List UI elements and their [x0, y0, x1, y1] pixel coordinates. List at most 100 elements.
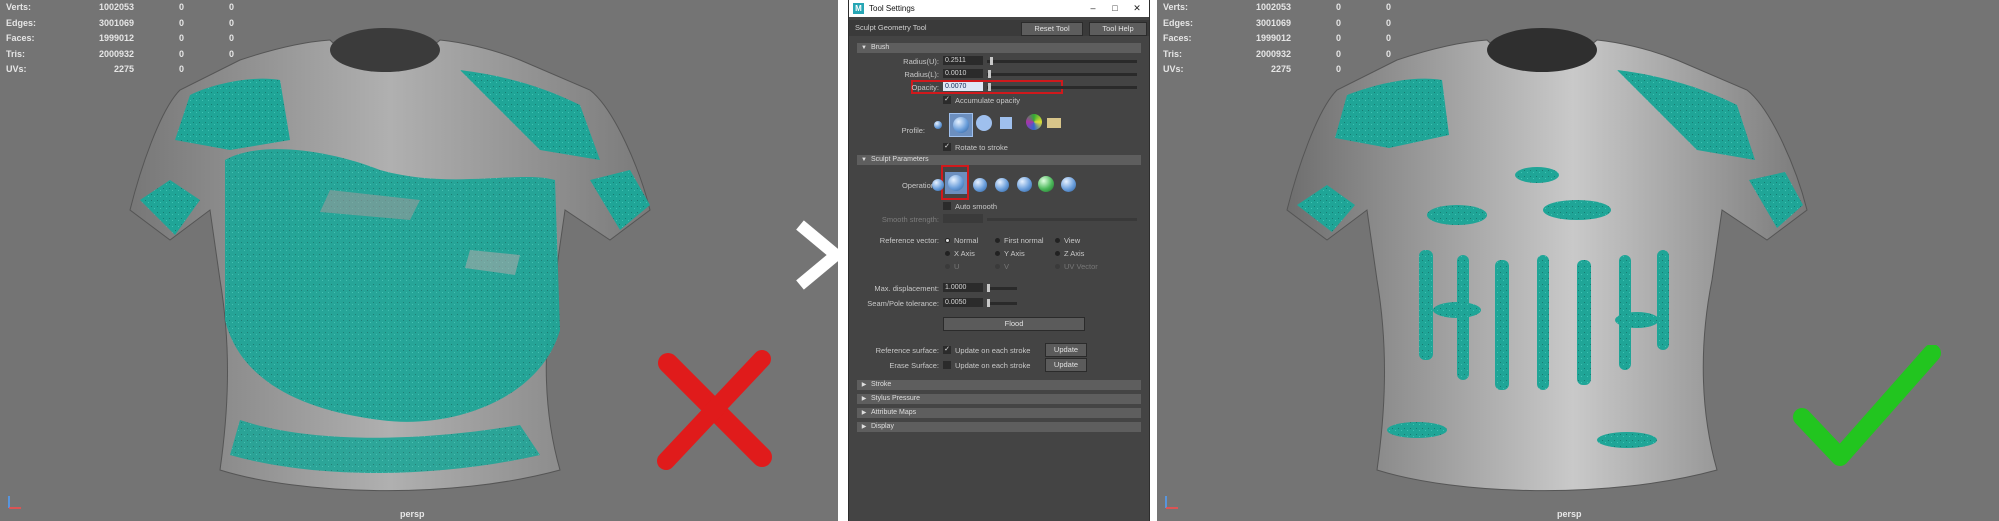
radio-y-axis[interactable] — [995, 251, 1000, 256]
slider-thumb[interactable] — [989, 57, 993, 65]
radius-u-field[interactable]: 0.2511 — [943, 56, 983, 65]
camera-label: persp — [1557, 509, 1582, 519]
reference-surface-label: Reference surface: — [875, 346, 939, 355]
slider-thumb[interactable] — [988, 83, 992, 91]
stylus-pressure-section-header[interactable]: ▶ Stylus Pressure — [857, 394, 1141, 404]
profile-solid-button[interactable] — [975, 114, 993, 132]
radio-x-axis[interactable] — [945, 251, 950, 256]
reference-surface-checkbox[interactable]: ✓ — [943, 346, 951, 354]
max-displacement-slider[interactable] — [987, 284, 1017, 292]
slider-thumb[interactable] — [987, 299, 990, 307]
radio-label: UV Vector — [1064, 262, 1098, 271]
profile-square-button[interactable] — [997, 114, 1015, 132]
radio-label: V — [1004, 262, 1010, 271]
slider-thumb[interactable] — [988, 70, 992, 78]
section-title: Sculpt Parameters — [871, 156, 929, 163]
close-icon[interactable]: ✕ — [1129, 2, 1145, 15]
accumulate-opacity-checkbox[interactable]: ✓ — [943, 96, 951, 104]
reset-tool-button[interactable]: Reset Tool — [1021, 22, 1083, 36]
radio-label: Normal — [954, 236, 979, 245]
slider-thumb[interactable] — [987, 284, 990, 292]
collapsed-triangle-icon: ▶ — [861, 424, 867, 430]
sculpt-parameters-section-header[interactable]: ▼ Sculpt Parameters — [857, 155, 1141, 165]
update-each-stroke-label: Update on each stroke — [955, 346, 1031, 355]
erase-operation-button[interactable] — [1037, 175, 1055, 193]
radius-u-slider[interactable] — [987, 57, 1137, 65]
axis-gizmo-icon — [8, 496, 21, 509]
smooth-strength-slider[interactable] — [987, 218, 1137, 221]
section-title: Stylus Pressure — [871, 395, 921, 402]
smooth-strength-label: Smooth strength: — [881, 215, 939, 224]
radio-label: Y Axis — [1004, 249, 1025, 258]
radio-label: Z Axis — [1064, 249, 1085, 258]
seam-pole-tolerance-field[interactable]: 0.0050 — [943, 298, 983, 307]
collapsed-triangle-icon: ▶ — [861, 396, 867, 402]
flatten-operation-button[interactable] — [1059, 175, 1077, 193]
window-titlebar[interactable]: M Tool Settings – □ ✕ — [849, 0, 1149, 17]
collapsed-triangle-icon: ▶ — [861, 410, 867, 416]
radio-u[interactable] — [945, 264, 950, 269]
section-title: Brush — [871, 44, 890, 51]
folder-icon[interactable] — [1047, 118, 1061, 128]
radio-uv-vector[interactable] — [1055, 264, 1060, 269]
opacity-field[interactable]: 0.0070 — [943, 82, 983, 91]
relax-operation-button[interactable] — [993, 176, 1011, 194]
accumulate-opacity-label: Accumulate opacity — [955, 96, 1021, 105]
erase-surface-checkbox[interactable] — [943, 361, 951, 369]
red-cross-icon — [657, 350, 772, 470]
radio-view[interactable] — [1055, 238, 1060, 243]
expanded-triangle-icon: ▼ — [861, 157, 867, 163]
left-viewport[interactable]: Verts: 1002053 0 0 Edges: 3001069 0 0 Faces: 19… — [0, 0, 838, 521]
max-displacement-label: Max. displacement: — [874, 284, 939, 293]
profile-soft-button[interactable] — [949, 113, 973, 137]
seam-pole-tolerance-slider[interactable] — [987, 299, 1017, 307]
seam-pole-tolerance-label: Seam/Pole tolerance: — [867, 299, 939, 308]
section-title: Stroke — [871, 381, 892, 388]
opacity-slider[interactable] — [987, 83, 1137, 91]
radius-u-label: Radius(U): — [903, 57, 939, 66]
right-viewport[interactable]: Verts: 1002053 0 0 Edges: 3001069 0 0 Faces: 19… — [1157, 0, 1999, 521]
maya-logo-icon: M — [853, 3, 864, 14]
window-title: Tool Settings — [869, 4, 915, 13]
tool-settings-window[interactable]: M Tool Settings – □ ✕ Sculpt Geometry To… — [848, 0, 1150, 521]
radio-v[interactable] — [995, 264, 1000, 269]
arrow-right-icon — [796, 220, 846, 290]
opacity-label: Opacity: — [911, 83, 939, 92]
pull-operation-button[interactable] — [945, 172, 967, 194]
radio-z-axis[interactable] — [1055, 251, 1060, 256]
update-reference-button[interactable]: Update — [1045, 343, 1087, 357]
tool-help-button[interactable]: Tool Help — [1089, 22, 1147, 36]
rotate-to-stroke-label: Rotate to stroke — [955, 143, 1008, 152]
green-checkmark-icon — [1793, 345, 1941, 466]
maximize-icon[interactable]: □ — [1107, 2, 1123, 15]
brush-section-header[interactable]: ▼ Brush — [857, 43, 1141, 53]
radius-l-field[interactable]: 0.0010 — [943, 69, 983, 78]
minimize-icon[interactable]: – — [1085, 2, 1101, 15]
operation-label: Operation: — [901, 181, 937, 190]
rotate-to-stroke-checkbox[interactable]: ✓ — [943, 143, 951, 151]
stroke-section-header[interactable]: ▶ Stroke — [857, 380, 1141, 390]
smooth-strength-field[interactable] — [943, 214, 983, 223]
radio-label: U — [954, 262, 960, 271]
pinch-operation-button[interactable] — [1015, 175, 1033, 193]
axis-gizmo-icon — [1165, 496, 1178, 509]
auto-smooth-label: Auto smooth — [955, 202, 998, 211]
update-erase-button[interactable]: Update — [1045, 358, 1087, 372]
profile-gaussian-button[interactable] — [929, 116, 947, 134]
section-title: Attribute Maps — [871, 409, 917, 416]
profile-image-button[interactable] — [1025, 113, 1043, 131]
attribute-maps-section-header[interactable]: ▶ Attribute Maps — [857, 408, 1141, 418]
display-section-header[interactable]: ▶ Display — [857, 422, 1141, 432]
reference-vector-label: Reference vector: — [879, 236, 939, 245]
max-displacement-field[interactable]: 1.0000 — [943, 283, 983, 292]
tool-name: Sculpt Geometry Tool — [855, 23, 927, 32]
radio-normal[interactable] — [945, 238, 950, 243]
radio-first-normal[interactable] — [995, 238, 1000, 243]
profile-label: Profile: — [901, 126, 925, 135]
smooth-operation-button[interactable] — [971, 176, 989, 194]
radio-label: X Axis — [954, 249, 975, 258]
radius-l-slider[interactable] — [987, 70, 1137, 78]
flood-button[interactable]: Flood — [943, 317, 1085, 331]
auto-smooth-checkbox[interactable] — [943, 202, 951, 210]
radio-label: View — [1064, 236, 1081, 245]
